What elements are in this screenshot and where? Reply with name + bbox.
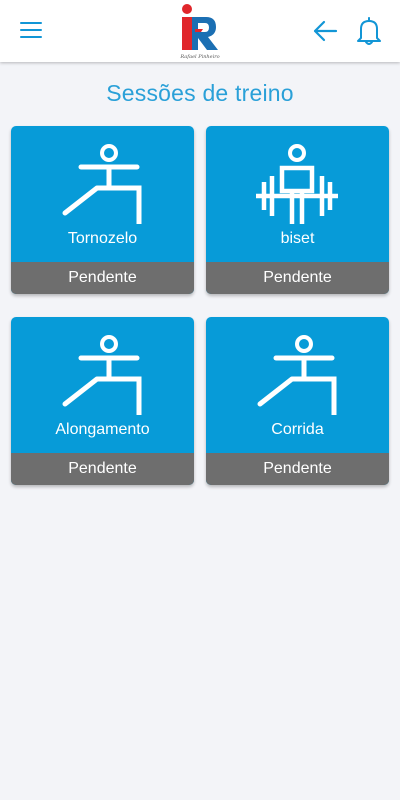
lunge-figure-icon (62, 144, 142, 224)
top-app-bar: Rafael Pinheiro (0, 0, 400, 62)
bell-icon[interactable] (356, 16, 382, 46)
session-name: Tornozelo (67, 230, 138, 247)
session-name: Corrida (271, 421, 324, 438)
session-name: biset (280, 230, 315, 247)
back-arrow-icon[interactable] (312, 18, 338, 44)
menu-icon[interactable] (20, 22, 42, 40)
svg-text:Rafael Pinheiro: Rafael Pinheiro (179, 54, 219, 60)
weightlifter-icon (256, 144, 338, 224)
session-name: Alongamento (55, 421, 150, 438)
page-title: Sessões de treino (106, 80, 294, 106)
logo: Rafael Pinheiro (179, 4, 220, 60)
lunge-figure-icon (62, 335, 142, 415)
lunge-figure-icon (257, 335, 337, 415)
session-status: Pendente (11, 453, 194, 485)
session-card-tornozelo[interactable]: Tornozelo Pendente (11, 126, 194, 294)
session-status: Pendente (206, 453, 389, 485)
session-status: Pendente (206, 262, 389, 294)
session-card-biset[interactable]: biset Pendente (206, 126, 389, 294)
session-status: Pendente (11, 262, 194, 294)
session-card-alongamento[interactable]: Alongamento Pendente (11, 317, 194, 485)
session-card-corrida[interactable]: Corrida Pendente (206, 317, 389, 485)
